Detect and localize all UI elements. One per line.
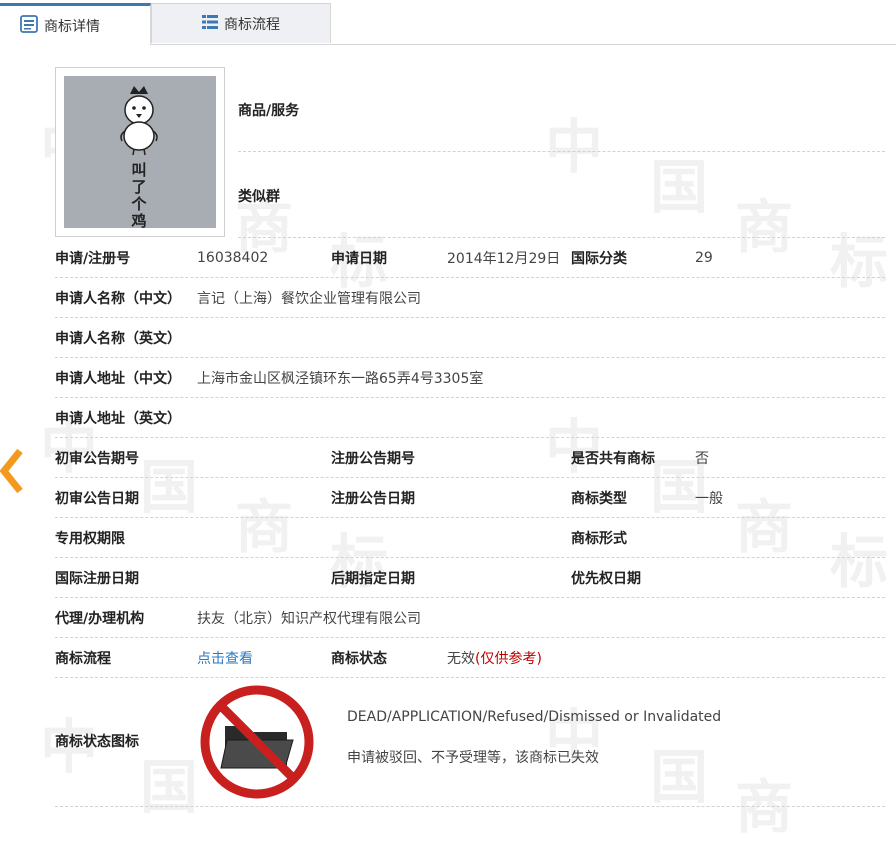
tab-label: 商标详情: [44, 18, 100, 35]
intl-class-label: 国际分类: [571, 251, 627, 267]
app-date-value: 2014年12月29日: [447, 251, 561, 267]
app-date-label: 申请日期: [331, 251, 387, 267]
similar-group-label: 类似群: [238, 189, 280, 205]
address-cn-value: 上海市金山区枫泾镇环东一路65弄4号3305室: [197, 371, 484, 387]
reg-no-value: 16038402: [197, 250, 269, 266]
divider: [238, 151, 885, 152]
row-applicant-en: 申请人名称（英文）: [55, 318, 885, 358]
status-en-text: DEAD/APPLICATION/Refused/Dismissed or In…: [347, 709, 722, 725]
status-note: (仅供参考): [475, 651, 542, 667]
applicant-cn-value: 言记（上海）餐饮企业管理有限公司: [197, 291, 421, 307]
status-icon-label: 商标状态图标: [55, 734, 139, 750]
reg-no-label: 申请/注册号: [55, 251, 131, 267]
tm-type-label: 商标类型: [571, 491, 627, 507]
trademark-char: 鸡: [131, 212, 147, 230]
shared-value: 否: [695, 451, 709, 467]
row-publication-no: 初审公告期号 注册公告期号 是否共有商标 否: [55, 438, 885, 478]
status-value: 无效: [447, 651, 475, 667]
row-publication-date: 初审公告日期 注册公告日期 商标类型 一般: [55, 478, 885, 518]
previous-arrow-icon[interactable]: [0, 447, 24, 495]
list-icon: [202, 14, 218, 34]
shared-label: 是否共有商标: [571, 451, 655, 467]
row-address-en: 申请人地址（英文）: [55, 398, 885, 438]
priority-date-label: 优先权日期: [571, 571, 641, 587]
row-registration: 申请/注册号 16038402 申请日期 2014年12月29日 国际分类 29: [55, 238, 885, 278]
status-value-wrap: 无效 (仅供参考): [447, 638, 542, 678]
tab-bar: 商标详情 商标流程: [0, 0, 896, 45]
trademark-char: 个: [131, 195, 147, 213]
tm-type-value: 一般: [695, 491, 723, 507]
watermark-char: 国: [650, 153, 709, 221]
status-cn-text: 申请被驳回、不予受理等，该商标已失效: [347, 750, 599, 766]
status-label: 商标状态: [331, 651, 387, 667]
reg-pub-date-label: 注册公告日期: [331, 491, 415, 507]
address-en-label: 申请人地址（英文）: [55, 411, 181, 427]
applicant-cn-label: 申请人名称（中文）: [55, 291, 181, 307]
tm-form-label: 商标形式: [571, 531, 627, 547]
intl-class-value: 29: [695, 250, 713, 266]
later-designation-label: 后期指定日期: [331, 571, 415, 587]
trademark-image-scan: 叫 了 个 鸡: [64, 76, 216, 230]
trademark-char: 了: [131, 178, 147, 196]
exclusive-period-label: 专用权期限: [55, 531, 125, 547]
row-flow-status: 商标流程 点击查看 商标状态 无效 (仅供参考): [55, 638, 885, 678]
row-status-icon: 商标状态图标 DEAD/APPLICATION/Refused/Dismisse…: [55, 679, 885, 807]
applicant-en-label: 申请人名称（英文）: [55, 331, 181, 347]
tab-label: 商标流程: [224, 16, 280, 33]
divider: [55, 806, 885, 807]
row-address-cn: 申请人地址（中文） 上海市金山区枫泾镇环东一路65弄4号3305室: [55, 358, 885, 398]
row-intl-dates: 国际注册日期 后期指定日期 优先权日期: [55, 558, 885, 598]
intl-reg-date-label: 国际注册日期: [55, 571, 139, 587]
invalid-status-folder-icon: [197, 682, 317, 802]
view-flow-link[interactable]: 点击查看: [197, 638, 253, 678]
prelim-pub-no-label: 初审公告期号: [55, 451, 139, 467]
document-icon: [20, 14, 38, 37]
prelim-pub-date-label: 初审公告日期: [55, 491, 139, 507]
flow-label: 商标流程: [55, 651, 111, 667]
row-exclusive-period: 专用权期限 商标形式: [55, 518, 885, 558]
reg-pub-no-label: 注册公告期号: [331, 451, 415, 467]
trademark-image: 叫 了 个 鸡: [55, 67, 225, 237]
agent-value: 扶友（北京）知识产权代理有限公司: [197, 611, 421, 627]
row-agent: 代理/办理机构 扶友（北京）知识产权代理有限公司: [55, 598, 885, 638]
agent-label: 代理/办理机构: [55, 611, 145, 627]
tab-trademark-detail[interactable]: 商标详情: [0, 3, 151, 45]
goods-services-label: 商品/服务: [238, 103, 300, 119]
watermark-char: 中: [545, 113, 604, 181]
divider: [55, 677, 885, 678]
trademark-char: 叫: [131, 161, 147, 179]
address-cn-label: 申请人地址（中文）: [55, 371, 181, 387]
trademark-image-text: 叫 了 个 鸡: [119, 162, 159, 230]
row-applicant-cn: 申请人名称（中文） 言记（上海）餐饮企业管理有限公司: [55, 278, 885, 318]
tab-trademark-flow[interactable]: 商标流程: [151, 3, 331, 43]
